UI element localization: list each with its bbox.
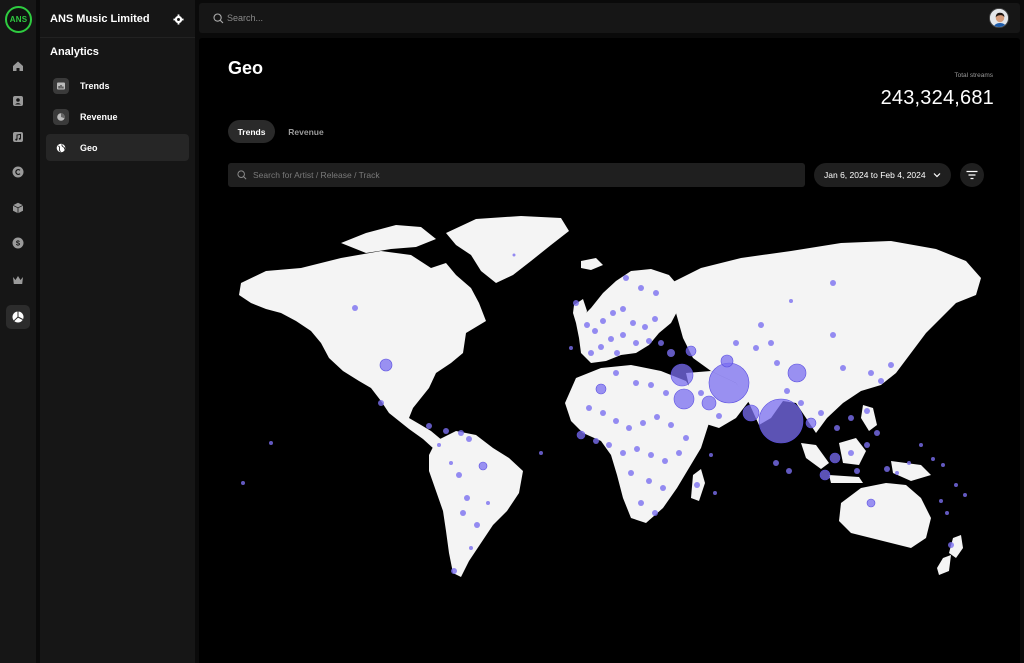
- new-zealand-south: [937, 555, 951, 575]
- bubble-usa: [379, 358, 393, 372]
- bubble-afghanistan: [720, 354, 734, 368]
- org-name: ANS Music Limited: [50, 12, 150, 25]
- catalog-search[interactable]: [228, 163, 805, 187]
- arctic-islands: [341, 225, 436, 253]
- avatar[interactable]: [989, 8, 1009, 28]
- top-bar: [199, 3, 1020, 33]
- sidebar-item-label: Revenue: [80, 111, 118, 122]
- landmasses: [239, 216, 981, 577]
- section-title: Analytics: [50, 46, 99, 58]
- bubble-saudi-arabia: [673, 388, 695, 410]
- bubble-bangladesh: [758, 398, 804, 444]
- bubble-senegal: [576, 430, 586, 440]
- tab-trends[interactable]: Trends: [228, 120, 275, 143]
- africa: [565, 365, 709, 523]
- iceland: [581, 258, 603, 270]
- revenue-icon: [53, 108, 69, 125]
- date-range-label: Jan 6, 2024 to Feb 4, 2024: [824, 170, 926, 180]
- ans-logo[interactable]: ANS: [5, 6, 32, 33]
- bubble-algeria: [595, 383, 607, 395]
- analytics-icon[interactable]: [6, 305, 30, 329]
- box-icon[interactable]: [6, 196, 30, 220]
- tab-revenue[interactable]: Revenue: [280, 120, 332, 143]
- australia: [839, 483, 931, 548]
- search-icon: [237, 170, 247, 180]
- sidebar: ANS Music Limited Analytics Trends Reven…: [40, 0, 195, 663]
- page-title: Geo: [228, 58, 264, 78]
- europe: [576, 269, 681, 363]
- chevron-down-icon: [933, 173, 941, 178]
- bubble-pakistan: [708, 362, 750, 404]
- bubble-nepal: [787, 363, 807, 383]
- bubble-australia: [866, 498, 876, 508]
- globe-icon: [53, 140, 69, 156]
- south-america: [429, 431, 523, 577]
- bubble-iran: [685, 345, 697, 357]
- music-file-icon[interactable]: [6, 125, 30, 149]
- bubble-india: [742, 404, 760, 422]
- bubble-myanmar: [805, 417, 817, 429]
- sidebar-item-geo[interactable]: Geo: [46, 134, 189, 161]
- search-icon: [213, 13, 224, 24]
- java: [829, 475, 863, 483]
- artist-icon[interactable]: [6, 89, 30, 113]
- home-icon[interactable]: [6, 54, 30, 78]
- crown-icon[interactable]: [6, 268, 30, 292]
- org-switcher[interactable]: ANS Music Limited: [40, 0, 195, 38]
- bubble-uae: [701, 395, 717, 411]
- gear-icon[interactable]: [173, 14, 184, 25]
- bubble-malaysia: [829, 452, 841, 464]
- trends-icon: [53, 77, 69, 94]
- bubble-indonesia: [819, 469, 831, 481]
- sumatra: [801, 443, 829, 469]
- north-america: [239, 251, 486, 459]
- dollar-icon[interactable]: $: [6, 231, 30, 255]
- icon-rail: ANS $: [0, 0, 36, 663]
- bubble-iraq: [670, 363, 694, 387]
- total-streams-value: 243,324,681: [880, 87, 994, 109]
- filter-button[interactable]: [960, 163, 984, 187]
- main-panel: Geo Total streams 243,324,681 Trends Rev…: [199, 38, 1020, 663]
- bubble-brazil: [478, 461, 488, 471]
- global-search-input[interactable]: [227, 10, 527, 26]
- sidebar-item-revenue[interactable]: Revenue: [46, 103, 189, 130]
- greenland: [446, 216, 569, 283]
- sidebar-item-trends[interactable]: Trends: [46, 72, 189, 99]
- copyright-icon[interactable]: [6, 160, 30, 184]
- world-map: [239, 216, 981, 577]
- sidebar-item-label: Trends: [80, 80, 110, 91]
- sidebar-item-label: Geo: [80, 142, 98, 153]
- catalog-search-input[interactable]: [253, 167, 783, 183]
- date-range-picker[interactable]: Jan 6, 2024 to Feb 4, 2024: [814, 163, 951, 187]
- total-streams-label: Total streams: [954, 72, 993, 79]
- filter-icon: [966, 170, 978, 180]
